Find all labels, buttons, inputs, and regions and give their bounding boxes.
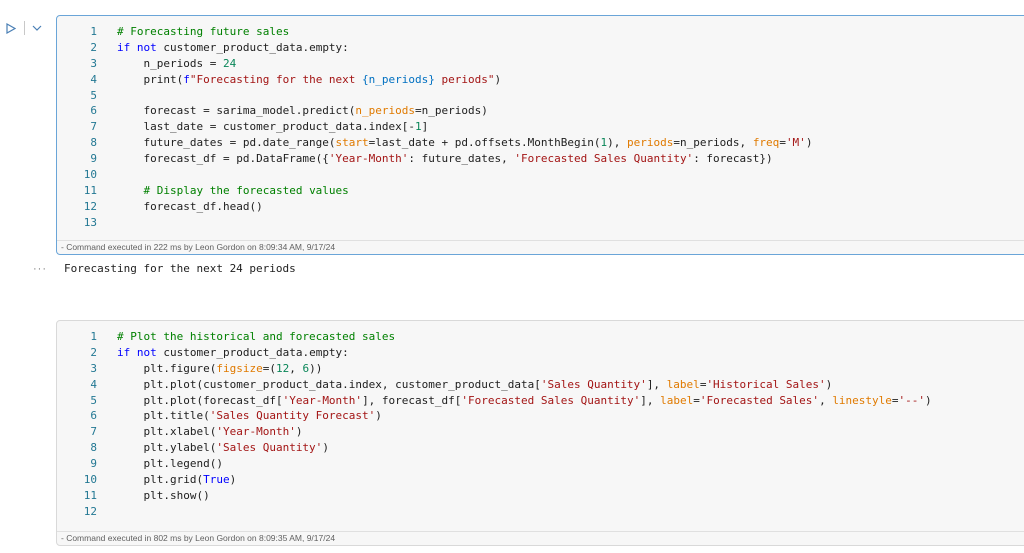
code-line[interactable]: 8 future_dates = pd.date_range(start=las… [57,135,1024,151]
line-number: 1 [90,25,97,38]
code-text[interactable]: plt.plot(customer_product_data.index, cu… [117,377,832,393]
code-line[interactable]: 3 n_periods = 24 [57,56,1024,72]
code-text[interactable]: plt.xlabel('Year-Month') [117,424,302,440]
code-line[interactable]: 5 plt.plot(forecast_df['Year-Month'], fo… [57,393,1024,409]
line-number: 2 [90,345,97,359]
line-number: 10 [83,473,97,487]
code-line[interactable]: 12 [57,504,1024,520]
code-line[interactable]: 12 forecast_df.head() [57,199,1024,215]
cell-run-controls [4,20,44,36]
code-line[interactable]: 13 [57,215,1024,231]
code-text[interactable]: if not customer_product_data.empty: [117,345,349,361]
cell-output-text: Forecasting for the next 24 periods [64,262,296,275]
status-divider [57,531,1024,532]
code-line[interactable]: 11 plt.show() [57,488,1024,504]
code-text[interactable]: forecast_df = pd.DataFrame({'Year-Month'… [117,151,772,167]
line-number: 2 [90,40,97,54]
code-line[interactable]: 1 # Plot the historical and forecasted sa… [57,329,1024,345]
code-line[interactable]: 10 [57,167,1024,183]
code-line[interactable]: 2 if not customer_product_data.empty: [57,40,1024,56]
line-number: 8 [90,136,97,150]
code-text[interactable]: # Display the forecasted values [117,183,349,199]
line-number: 13 [83,215,97,229]
chevron-down-icon[interactable] [31,20,43,36]
execution-status-1: - Command executed in 222 ms by Leon Gor… [61,242,336,252]
line-number: 12 [83,504,97,518]
code-cell-1[interactable]: 1 # Forecasting future sales 2 if not custo… [56,15,1024,255]
line-number: 5 [90,88,97,102]
code-line[interactable]: 6 plt.title('Sales Quantity Forecast') [57,408,1024,424]
code-text[interactable]: plt.legend() [117,456,222,472]
code-line[interactable]: 9 forecast_df = pd.DataFrame({'Year-Mont… [57,151,1024,167]
code-text[interactable]: forecast = sarima_model.predict(n_period… [117,103,487,119]
code-line[interactable]: 11 # Display the forecasted values [57,183,1024,199]
line-number: 7 [90,425,97,439]
code-cell-2[interactable]: 1 # Plot the historical and forecasted sa… [56,320,1024,546]
execution-status-2: - Command executed in 802 ms by Leon Gor… [61,533,336,543]
output-more-icon[interactable]: ··· [33,263,47,275]
code-line[interactable]: 9 plt.legend() [57,456,1024,472]
line-number: 5 [90,393,97,407]
code-line[interactable]: 3 plt.figure(figsize=(12, 6)) [57,361,1024,377]
line-number: 10 [83,168,97,182]
line-number: 1 [90,330,97,343]
code-text[interactable]: # Forecasting future sales [117,24,289,40]
code-line[interactable]: 6 forecast = sarima_model.predict(n_peri… [57,103,1024,119]
line-number: 7 [90,120,97,134]
line-number: 9 [90,152,97,166]
line-number: 11 [83,183,97,197]
code-editor-2[interactable]: 1 # Plot the historical and forecasted sa… [57,321,1024,520]
line-number: 6 [90,104,97,118]
code-text[interactable]: n_periods = 24 [117,56,236,72]
status-divider [57,240,1024,241]
line-number: 9 [90,457,97,471]
code-line[interactable]: 5 [57,88,1024,104]
code-line[interactable]: 7 last_date = customer_product_data.inde… [57,119,1024,135]
code-text[interactable]: plt.grid(True) [117,472,236,488]
code-line[interactable]: 8 plt.ylabel('Sales Quantity') [57,440,1024,456]
code-line[interactable]: 2 if not customer_product_data.empty: [57,345,1024,361]
code-text[interactable]: future_dates = pd.date_range(start=last_… [117,135,812,151]
line-number: 4 [90,377,97,391]
code-text[interactable]: plt.plot(forecast_df['Year-Month'], fore… [117,393,931,409]
line-number: 4 [90,72,97,86]
code-text[interactable]: if not customer_product_data.empty: [117,40,349,56]
run-separator [24,21,25,35]
code-text[interactable]: forecast_df.head() [117,199,262,215]
line-number: 6 [90,409,97,423]
code-editor-1[interactable]: 1 # Forecasting future sales 2 if not custo… [57,16,1024,231]
code-text[interactable]: # Plot the historical and forecasted sal… [117,329,395,345]
code-text[interactable]: plt.ylabel('Sales Quantity') [117,440,328,456]
code-text[interactable]: plt.title('Sales Quantity Forecast') [117,408,381,424]
code-line[interactable]: 4 plt.plot(customer_product_data.index, … [57,377,1024,393]
line-number: 3 [90,361,97,375]
code-text[interactable]: plt.figure(figsize=(12, 6)) [117,361,322,377]
code-line[interactable]: 1 # Forecasting future sales [57,24,1024,40]
code-text[interactable]: plt.show() [117,488,209,504]
line-number: 8 [90,441,97,455]
code-line[interactable]: 7 plt.xlabel('Year-Month') [57,424,1024,440]
code-text[interactable]: print(f"Forecasting for the next {n_peri… [117,72,501,88]
code-line[interactable]: 4 print(f"Forecasting for the next {n_pe… [57,72,1024,88]
code-line[interactable]: 10 plt.grid(True) [57,472,1024,488]
line-number: 3 [90,56,97,70]
line-number: 12 [83,199,97,213]
code-text[interactable]: last_date = customer_product_data.index[… [117,119,428,135]
line-number: 11 [83,488,97,502]
play-icon[interactable] [4,20,18,36]
